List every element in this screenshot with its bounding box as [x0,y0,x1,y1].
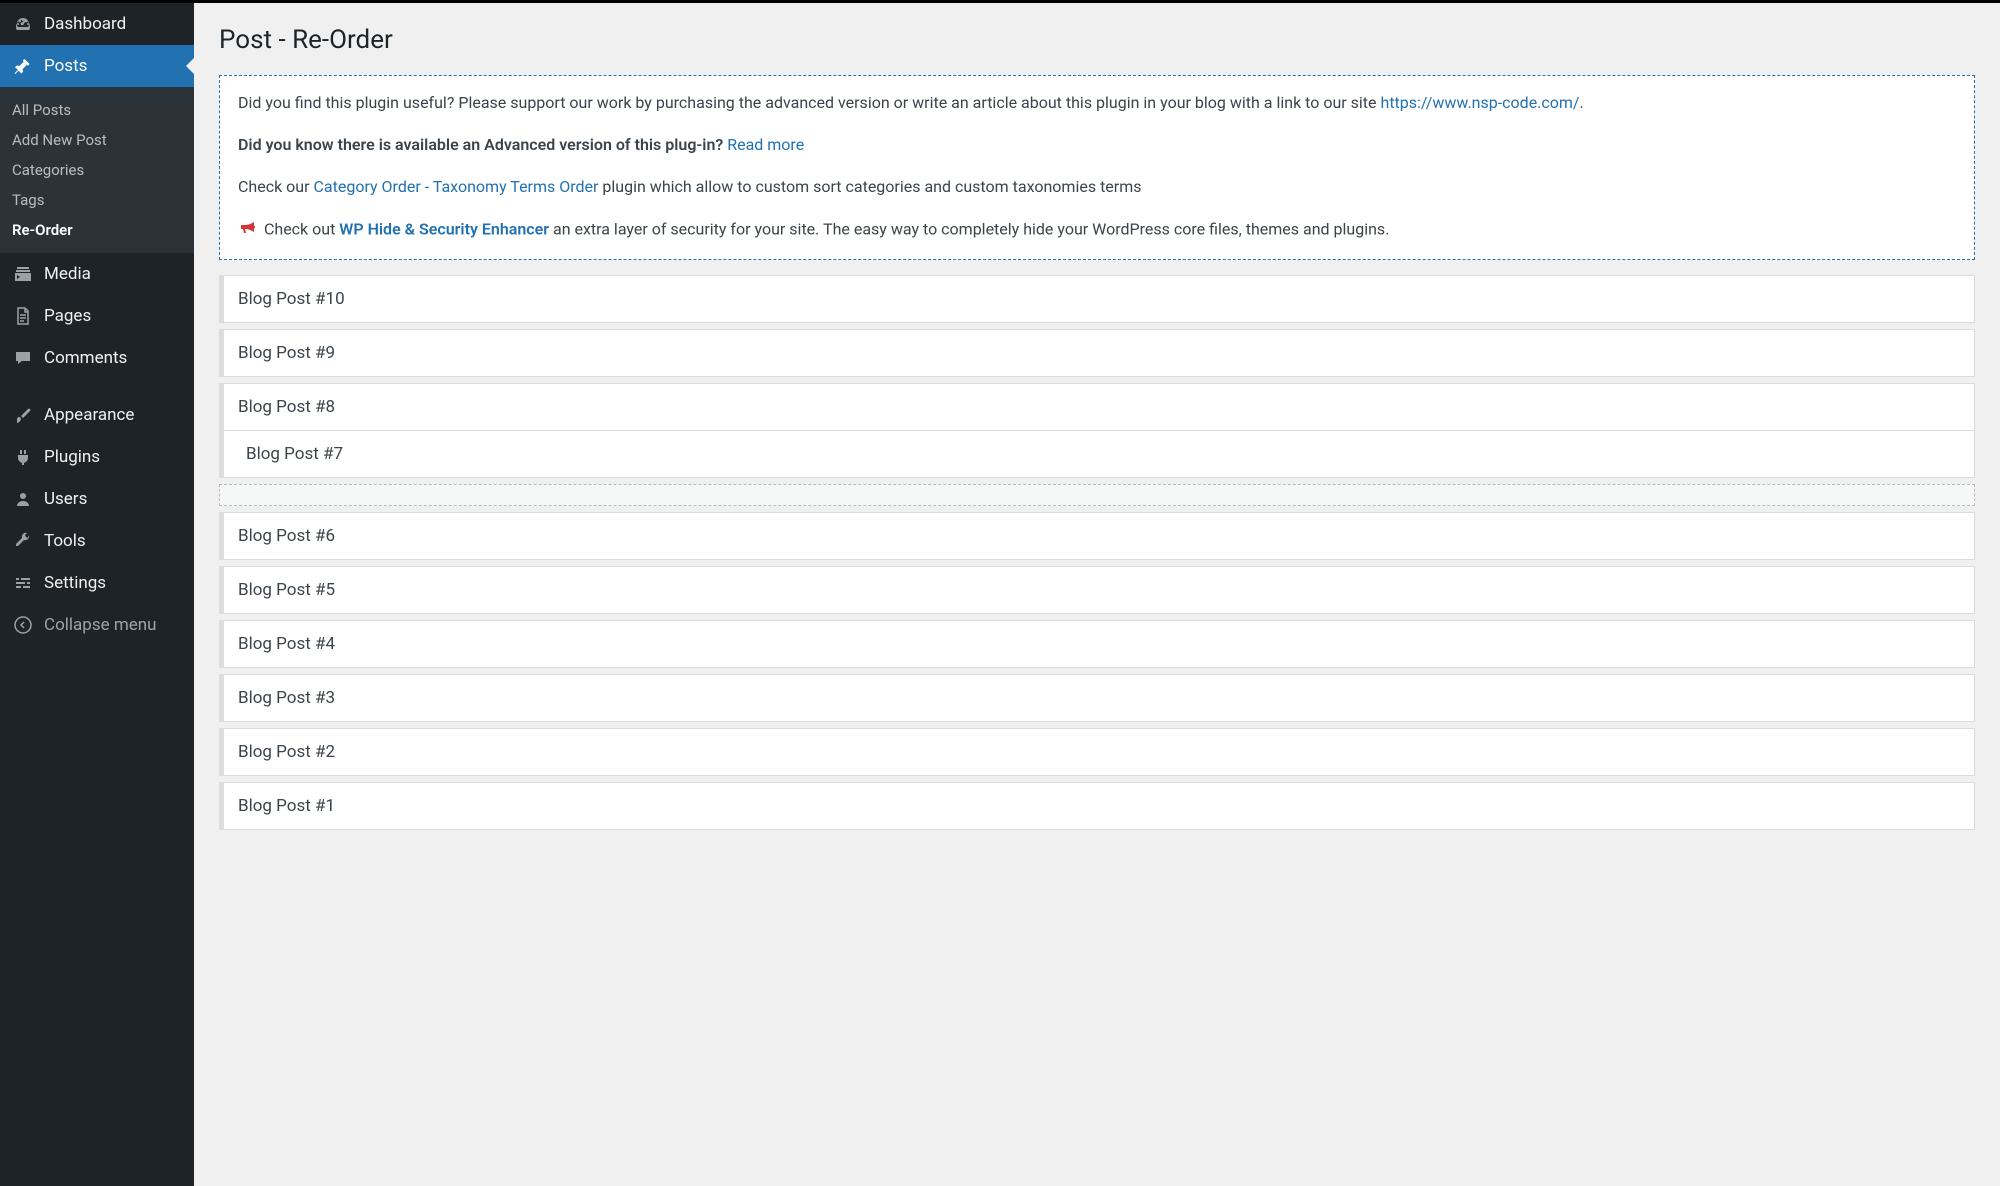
info-paragraph-wp-hide: Check out WP Hide & Security Enhancer an… [238,217,1956,244]
user-icon [12,488,34,510]
sidebar-item-posts[interactable]: Posts [0,45,194,87]
submenu-item-all-posts[interactable]: All Posts [0,95,194,125]
info-paragraph-category-order: Check our Category Order - Taxonomy Term… [238,175,1956,199]
info-paragraph-support: Did you find this plugin useful? Please … [238,91,1956,115]
read-more-link[interactable]: Read more [727,135,804,154]
sidebar-item-dashboard[interactable]: Dashboard [0,3,194,45]
comment-icon [12,347,34,369]
brush-icon [12,404,34,426]
page-icon [12,305,34,327]
sidebar-item-label: Media [44,264,91,284]
sortable-item[interactable]: Blog Post #6 [219,512,1975,560]
sidebar-item-label: Plugins [44,447,100,467]
sortable-item[interactable]: Blog Post #3 [219,674,1975,722]
sliders-icon [12,572,34,594]
sortable-item[interactable]: Blog Post #4 [219,620,1975,668]
plug-icon [12,446,34,468]
megaphone-icon [238,217,258,244]
sortable-item[interactable]: Blog Post #8 [219,383,1975,431]
sidebar-item-tools[interactable]: Tools [0,520,194,562]
page-title: Post - Re-Order [219,25,1975,55]
sidebar-item-label: Pages [44,306,91,326]
sidebar-item-comments[interactable]: Comments [0,337,194,379]
sidebar-item-label: Appearance [44,405,134,425]
submenu-item-add-new[interactable]: Add New Post [0,125,194,155]
sidebar-item-label: Tools [44,531,86,551]
submenu-item-tags[interactable]: Tags [0,185,194,215]
main-content: Post - Re-Order Did you find this plugin… [194,3,2000,1186]
submenu-item-reorder[interactable]: Re-Order [0,215,194,245]
sidebar-item-label: Settings [44,573,106,593]
wrench-icon [12,530,34,552]
sidebar-item-media[interactable]: Media [0,253,194,295]
sidebar-item-settings[interactable]: Settings [0,562,194,604]
dashboard-icon [12,13,34,35]
sortable-item[interactable]: Blog Post #1 [219,782,1975,830]
pin-icon [12,55,34,77]
sortable-item[interactable]: Blog Post #5 [219,566,1975,614]
sidebar-item-label: Users [44,489,87,509]
sidebar-item-label: Collapse menu [44,615,157,635]
sortable-post-list: Blog Post #10 Blog Post #9 Blog Post #8 … [219,275,1975,830]
sortable-item[interactable]: Blog Post #9 [219,329,1975,377]
wp-hide-link[interactable]: WP Hide & Security Enhancer [339,220,549,239]
sidebar-item-label: Posts [44,56,87,76]
sidebar-item-plugins[interactable]: Plugins [0,436,194,478]
sidebar-item-collapse[interactable]: Collapse menu [0,604,194,646]
info-paragraph-advanced: Did you know there is available an Advan… [238,133,1956,157]
dragging-group[interactable]: Blog Post #8 Blog Post #7 [219,383,1975,478]
drop-placeholder [219,484,1975,506]
collapse-icon [12,614,34,636]
media-icon [12,263,34,285]
sidebar-item-users[interactable]: Users [0,478,194,520]
sidebar-item-pages[interactable]: Pages [0,295,194,337]
nsp-code-link[interactable]: https://www.nsp-code.com/ [1381,93,1580,112]
admin-sidebar: Dashboard Posts All Posts Add New Post C… [0,3,194,1186]
sortable-item[interactable]: Blog Post #7 [219,431,1975,478]
category-order-link[interactable]: Category Order - Taxonomy Terms Order [314,177,599,196]
submenu-item-categories[interactable]: Categories [0,155,194,185]
sidebar-item-label: Dashboard [44,14,126,34]
sidebar-submenu-posts: All Posts Add New Post Categories Tags R… [0,87,194,253]
sidebar-item-label: Comments [44,348,127,368]
sidebar-item-appearance[interactable]: Appearance [0,394,194,436]
sortable-item[interactable]: Blog Post #10 [219,275,1975,323]
sortable-item[interactable]: Blog Post #2 [219,728,1975,776]
plugin-info-box: Did you find this plugin useful? Please … [219,75,1975,260]
